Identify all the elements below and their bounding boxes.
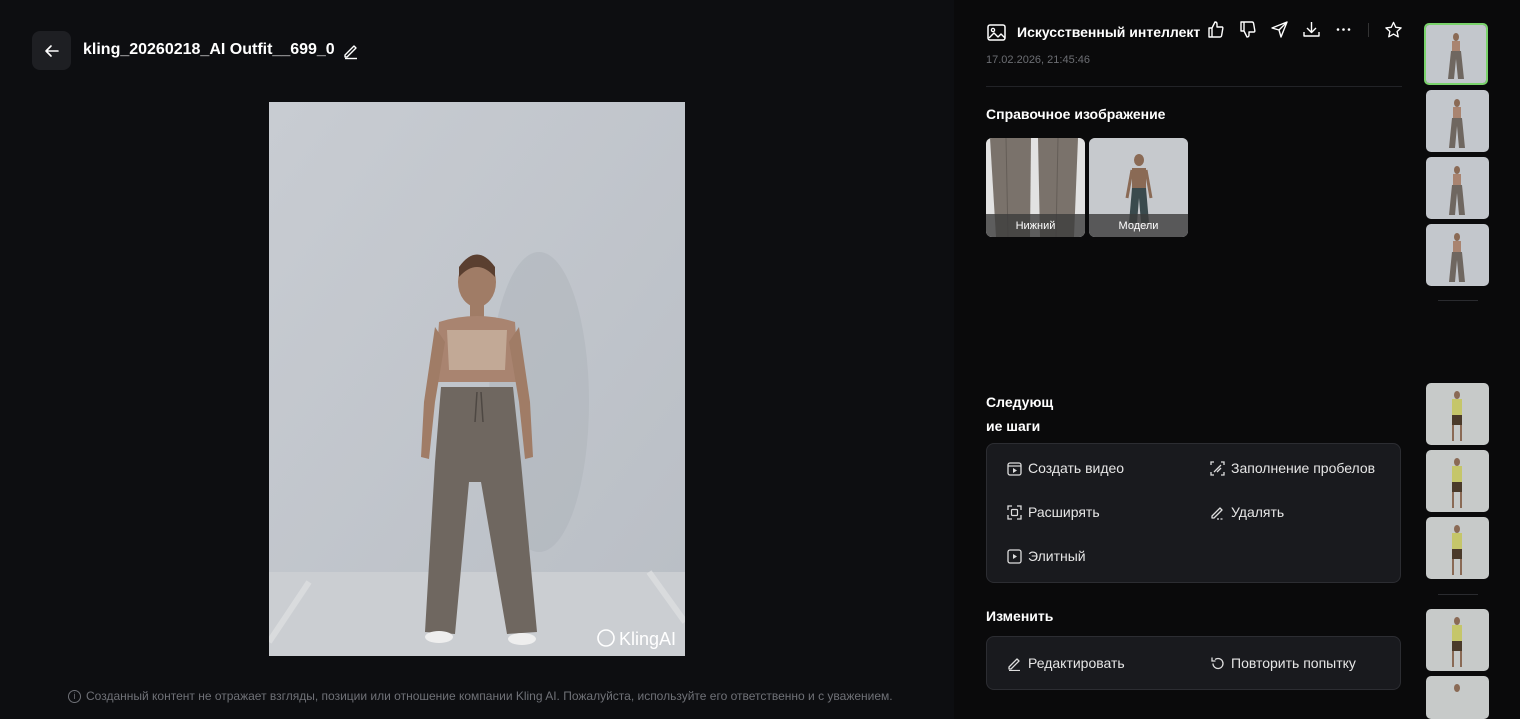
reference-title: Справочное изображение: [986, 106, 1166, 122]
expand-label: Расширять: [1028, 504, 1100, 520]
info-header: Искусственный интеллект: [986, 20, 1402, 44]
history-thumb[interactable]: [1426, 450, 1489, 512]
erase-icon: [1210, 505, 1225, 520]
header-separator: [1368, 22, 1369, 37]
retry-icon: [1210, 656, 1225, 671]
edit-title: Изменить: [986, 608, 1054, 624]
details-panel: Искусственный интеллект 17.02.2026, 21:4: [954, 0, 1520, 719]
edit-button[interactable]: Редактировать: [1007, 655, 1125, 671]
video-create-icon: [1007, 461, 1022, 476]
thumbs-down-icon[interactable]: [1238, 20, 1257, 39]
elite-icon: [1007, 548, 1022, 564]
send-icon[interactable]: [1270, 20, 1289, 39]
strip-divider: [1438, 594, 1478, 595]
info-icon: i: [68, 689, 81, 703]
reference-label: Нижний: [986, 214, 1085, 237]
thumbs-up-icon[interactable]: [1206, 20, 1225, 39]
disclaimer-text: Созданный контент не отражает взгляды, п…: [86, 689, 893, 703]
edit-label: Редактировать: [1028, 655, 1125, 671]
erase-button[interactable]: Удалять: [1210, 504, 1284, 520]
expand-icon: [1007, 504, 1022, 520]
history-thumb[interactable]: [1426, 224, 1489, 286]
more-icon[interactable]: [1334, 20, 1353, 39]
history-thumb[interactable]: [1426, 157, 1489, 219]
reference-thumb-model[interactable]: Модели: [1089, 138, 1188, 237]
reference-label: Модели: [1089, 214, 1188, 237]
timestamp: 17.02.2026, 21:45:46: [986, 54, 1090, 66]
next-steps-title: Следующ ие шаги: [986, 390, 1066, 438]
inpaint-label: Заполнение пробелов: [1231, 460, 1376, 476]
strip-divider: [1438, 300, 1478, 301]
model-title: Искусственный интеллект: [1017, 24, 1201, 40]
next-steps-panel: Создать видео Заполнение пробелов Расшир…: [986, 443, 1401, 583]
edit-panel: Редактировать Повторить попытку: [986, 636, 1401, 690]
inpaint-icon: [1210, 460, 1225, 476]
image-icon: [987, 23, 1006, 41]
back-button[interactable]: [32, 31, 71, 70]
history-thumb[interactable]: [1426, 517, 1489, 579]
expand-button[interactable]: Расширять: [1007, 504, 1100, 520]
disclaimer: i Созданный контент не отражает взгляды,…: [68, 689, 893, 703]
history-thumb[interactable]: [1426, 383, 1489, 445]
star-icon[interactable]: [1384, 20, 1403, 39]
retry-button[interactable]: Повторить попытку: [1210, 655, 1356, 671]
main-viewer: kling_20260218_AI Outfit__699_0 KlingAI …: [0, 0, 954, 719]
next-steps-title-line2: ие шаги: [986, 418, 1041, 434]
create-video-label: Создать видео: [1028, 460, 1125, 476]
pencil-icon: [1007, 656, 1022, 671]
generated-image[interactable]: KlingAI: [269, 102, 685, 656]
inpaint-button[interactable]: Заполнение пробелов: [1210, 460, 1375, 476]
retry-label: Повторить попытку: [1231, 655, 1356, 671]
history-thumb[interactable]: [1426, 90, 1489, 152]
elite-button[interactable]: Элитный: [1007, 548, 1086, 564]
elite-label: Элитный: [1028, 548, 1086, 564]
next-steps-title-line1: Следующ: [986, 394, 1054, 410]
divider: [986, 86, 1402, 87]
arrow-left-icon: [44, 44, 59, 57]
file-title: kling_20260218_AI Outfit__699_0: [83, 41, 335, 58]
download-icon[interactable]: [1302, 20, 1321, 39]
history-thumb[interactable]: [1426, 609, 1489, 671]
reference-thumb-bottom[interactable]: Нижний: [986, 138, 1085, 237]
history-thumb[interactable]: [1426, 676, 1489, 719]
edit-title-icon[interactable]: [342, 42, 360, 60]
history-thumb[interactable]: [1424, 23, 1488, 85]
erase-label: Удалять: [1231, 504, 1285, 520]
watermark-text: KlingAI: [619, 629, 676, 649]
create-video-button[interactable]: Создать видео: [1007, 460, 1124, 476]
